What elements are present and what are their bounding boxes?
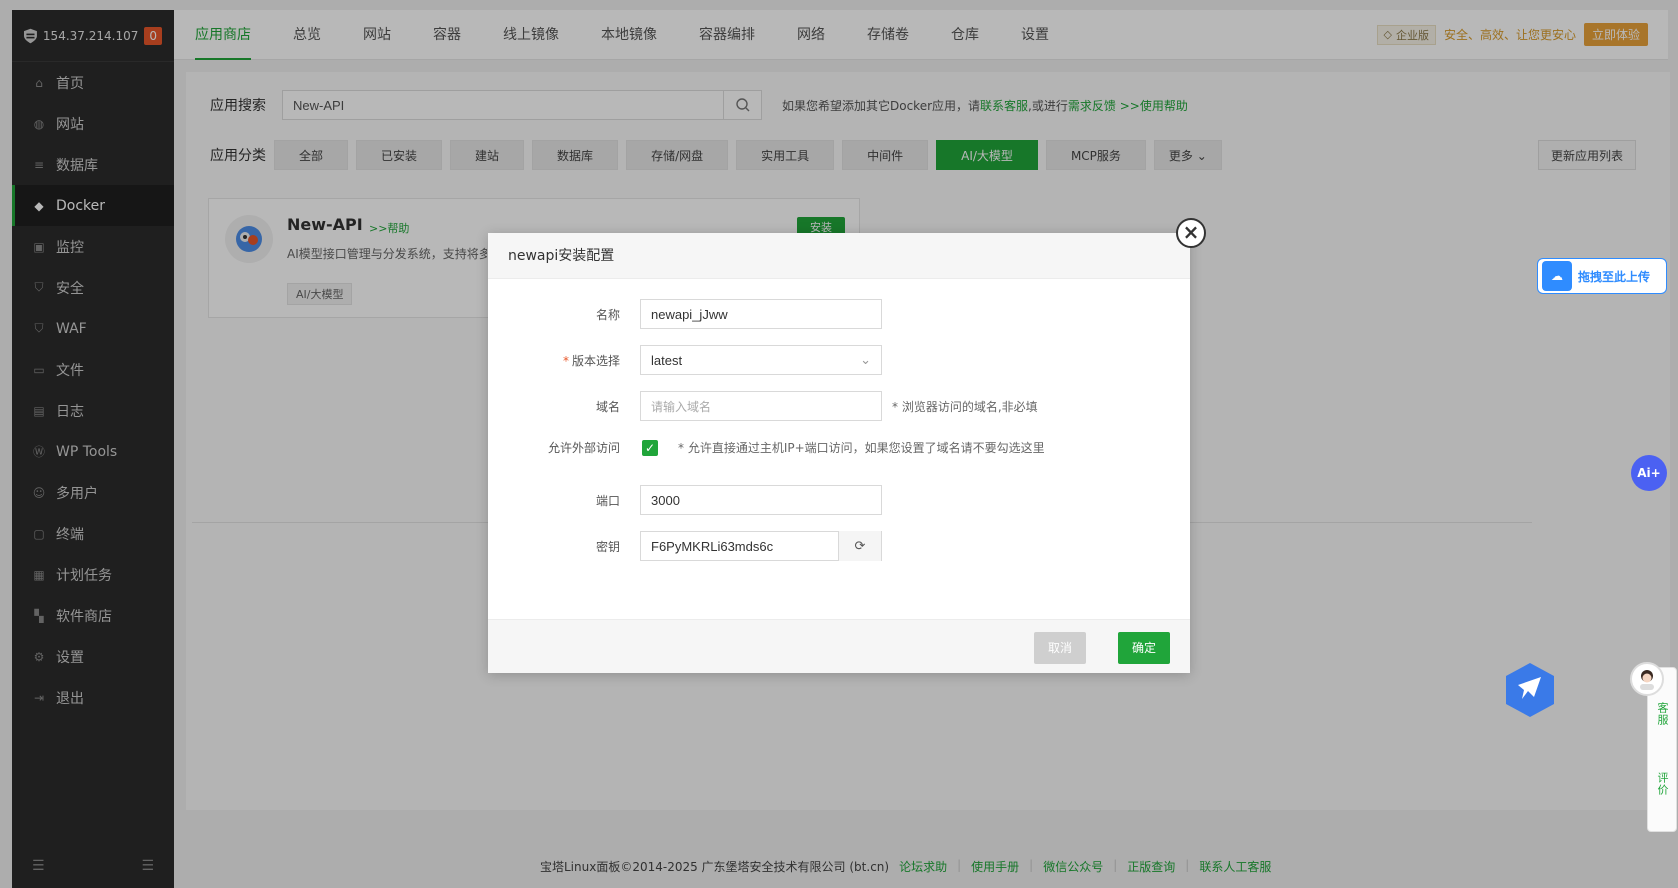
row-domain: 域名 请输入域名 * 浏览器访问的域名,非必填 — [488, 391, 1038, 421]
row-secret: 密钥 F6PyMKRLi63mds6c ⟳ — [488, 531, 882, 561]
external-access-checkbox[interactable]: ✓ — [642, 439, 658, 456]
domain-input[interactable]: 请输入域名 — [640, 391, 882, 421]
cloud-upload-icon: ☁ — [1542, 261, 1572, 291]
ai-assistant-button[interactable]: Ai+ — [1631, 455, 1667, 491]
dialog-footer: 取消 确定 — [488, 619, 1190, 673]
version-label-text: 版本选择 — [571, 353, 620, 368]
external-access-hint: * 允许直接通过主机IP+端口访问，如果您设置了域名请不要勾选这里 — [678, 441, 1045, 455]
external-access-label: 允许外部访问 — [547, 441, 620, 455]
secret-value: F6PyMKRLi63mds6c — [651, 538, 774, 554]
review-link[interactable]: 评价 — [1654, 772, 1670, 796]
bird-logo-icon[interactable] — [1505, 663, 1555, 717]
version-select[interactable]: latest ⌄ — [640, 345, 882, 375]
row-version: * 版本选择 latest ⌄ — [488, 345, 882, 375]
domain-label: 域名 — [595, 399, 620, 414]
row-name: 名称 newapi_jJww — [488, 299, 882, 329]
cancel-button[interactable]: 取消 — [1034, 632, 1086, 664]
refresh-icon[interactable]: ⟳ — [838, 531, 881, 561]
required-mark: * — [562, 353, 569, 368]
upload-label: 拖拽至此上传 — [1578, 269, 1651, 284]
port-input[interactable]: 3000 — [640, 485, 882, 515]
domain-hint: * 浏览器访问的域名,非必填 — [892, 399, 1038, 414]
install-config-dialog: newapi安装配置 × 名称 newapi_jJww * 版本选择 latest… — [488, 218, 1206, 673]
customer-service-link[interactable]: 客服 — [1654, 702, 1670, 726]
row-external-access: 允许外部访问 ✓ * 允许直接通过主机IP+端口访问，如果您设置了域名请不要勾选… — [488, 439, 1045, 456]
chevron-down-icon: ⌄ — [860, 352, 871, 367]
secret-input[interactable]: F6PyMKRLi63mds6c ⟳ — [640, 531, 882, 561]
port-label: 端口 — [595, 493, 620, 508]
close-icon[interactable]: × — [1176, 218, 1206, 248]
support-avatar-icon[interactable] — [1630, 662, 1664, 696]
secret-label: 密钥 — [595, 539, 620, 554]
name-input[interactable]: newapi_jJww — [640, 299, 882, 329]
version-label: * 版本选择 — [488, 352, 620, 369]
dialog-title: newapi安装配置 — [488, 233, 1190, 279]
upload-drop-widget[interactable]: ☁ 拖拽至此上传 — [1537, 258, 1667, 294]
name-label: 名称 — [595, 307, 620, 322]
confirm-button[interactable]: 确定 — [1118, 632, 1170, 664]
row-port: 端口 3000 — [488, 485, 882, 515]
version-value: latest — [651, 352, 683, 368]
